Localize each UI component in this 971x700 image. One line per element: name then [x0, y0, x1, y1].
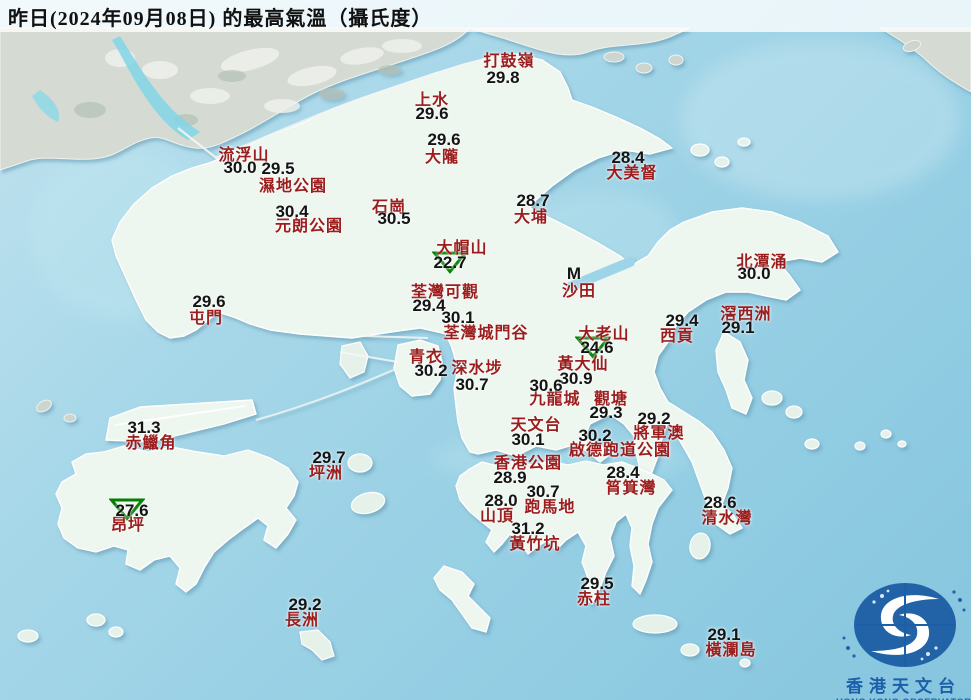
station-value: 30.7 [455, 375, 488, 395]
station-value: 30.1 [441, 308, 474, 328]
station-value: 30.4 [275, 202, 308, 222]
land-soko-islands [87, 614, 105, 626]
land-tung-lung-chau [688, 531, 712, 560]
station-value: 29.4 [665, 311, 698, 331]
station-value: 30.0 [737, 264, 770, 284]
station-value: 28.4 [611, 148, 644, 168]
station-value: 29.1 [707, 625, 740, 645]
land-kau-sai-chau [716, 332, 752, 414]
land-waglan-island [740, 659, 750, 667]
station-value: 28.0 [484, 491, 517, 511]
station-value: 29.5 [261, 159, 294, 179]
station-value: 29.3 [589, 403, 622, 423]
station-value: 29.6 [427, 130, 460, 150]
station-value: 29.2 [288, 595, 321, 615]
page-title: 昨日(2024年09月08日) 的最高氣溫（攝氏度） [8, 2, 432, 31]
lantau-link-bridge [256, 368, 398, 420]
weather-map-page: 昨日(2024年09月08日) 的最高氣溫（攝氏度） 29.8打鼓嶺29.6上水… [0, 0, 971, 700]
land-po-toi [633, 615, 677, 633]
station-value: 27.6 [115, 501, 148, 521]
land-cheung-chau [300, 630, 334, 660]
hko-logo: 香港天文台 HONG KONG OBSERVATORY [836, 578, 971, 700]
station-value: 28.6 [703, 493, 736, 513]
hong-kong-map [0, 0, 971, 700]
station-value: 31.2 [511, 519, 544, 539]
station-value: 29.1 [721, 318, 754, 338]
land-ma-wan [340, 342, 368, 378]
hko-logo-emblem [836, 578, 971, 670]
station-value: 29.7 [312, 448, 345, 468]
station-value: 30.2 [578, 426, 611, 446]
station-value: 29.5 [580, 574, 613, 594]
station-value: M [567, 264, 581, 284]
station-value: 30.6 [529, 376, 562, 396]
station-value: 31.3 [127, 418, 160, 438]
station-value: 29.6 [192, 292, 225, 312]
station-value: 30.7 [526, 482, 559, 502]
station-value: 22.7 [433, 253, 466, 273]
station-value: 30.1 [511, 430, 544, 450]
land-peng-chau [348, 454, 372, 472]
land-hei-ling-chau [349, 489, 387, 517]
title-bar: 昨日(2024年09月08日) 的最高氣溫（攝氏度） [0, 0, 971, 32]
station-value: 29.8 [486, 68, 519, 88]
station-value: 28.7 [516, 191, 549, 211]
station-value: 30.5 [377, 209, 410, 229]
land-lantau-island [56, 368, 398, 592]
station-value: 30.0 [223, 158, 256, 178]
station-value: 28.9 [493, 468, 526, 488]
station-value: 29.2 [637, 409, 670, 429]
station-value: 24.6 [580, 338, 613, 358]
station-value: 30.2 [414, 361, 447, 381]
hko-logo-chinese: 香港天文台 [836, 672, 971, 697]
station-value: 30.9 [559, 369, 592, 389]
station-value: 29.6 [415, 104, 448, 124]
station-value: 28.4 [606, 463, 639, 483]
